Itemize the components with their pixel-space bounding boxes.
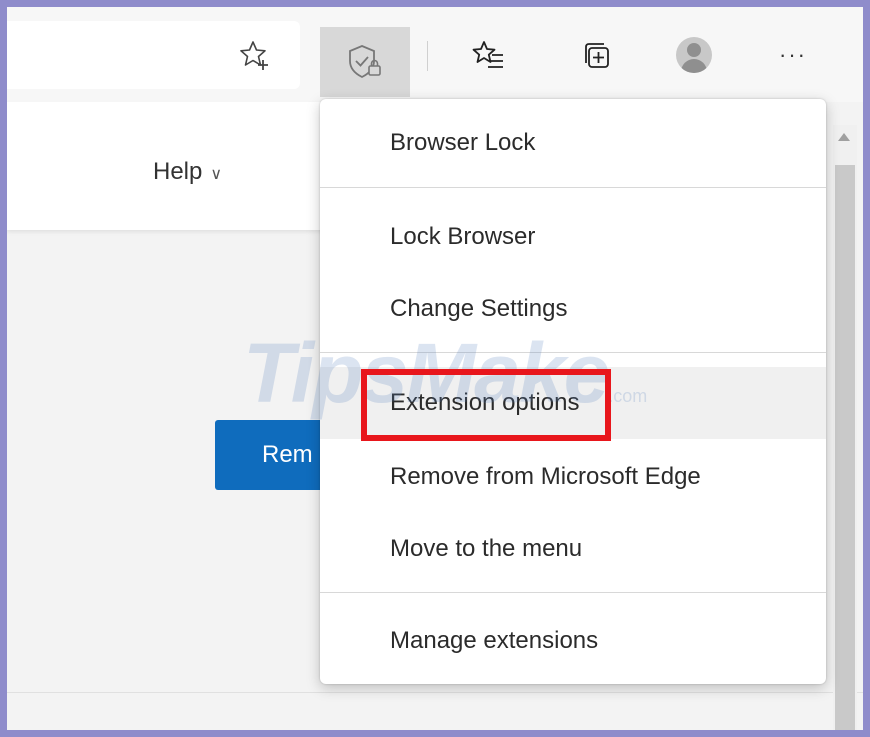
toolbar-divider <box>427 41 428 71</box>
menu-item-lock-browser[interactable]: Lock Browser <box>320 207 826 267</box>
menu-separator <box>320 352 826 353</box>
extension-shield-icon <box>349 45 381 79</box>
menu-separator <box>320 592 826 593</box>
favorites-icon[interactable] <box>471 39 505 78</box>
annotation-highlight-box <box>361 369 611 441</box>
menu-title: Browser Lock <box>390 129 536 156</box>
divider <box>7 692 863 693</box>
collections-icon[interactable] <box>580 39 614 78</box>
menu-item-remove-from-edge[interactable]: Remove from Microsoft Edge <box>320 447 826 507</box>
avatar-body <box>681 59 707 73</box>
star-add-icon[interactable] <box>238 38 272 72</box>
scroll-thumb[interactable] <box>835 165 855 730</box>
help-label: Help <box>153 158 203 185</box>
menu-item-change-settings[interactable]: Change Settings <box>320 279 826 339</box>
extension-button[interactable] <box>320 27 410 97</box>
browser-toolbar: ··· <box>7 7 863 102</box>
menu-item-move-to-menu[interactable]: Move to the menu <box>320 519 826 579</box>
avatar-head <box>687 43 701 57</box>
more-icon[interactable]: ··· <box>779 44 807 66</box>
menu-item-manage-extensions[interactable]: Manage extensions <box>320 611 826 671</box>
scrollbar[interactable] <box>833 125 857 730</box>
menu-separator <box>320 187 826 188</box>
chevron-down-icon: ∨ <box>210 166 223 183</box>
profile-avatar[interactable] <box>676 37 712 73</box>
help-menu-link[interactable]: Help ∨ <box>153 158 222 186</box>
browser-window: ··· Help ∨ Rem Browser Lock Lock Browser … <box>0 0 870 737</box>
scroll-up-arrow-icon[interactable] <box>838 133 850 141</box>
